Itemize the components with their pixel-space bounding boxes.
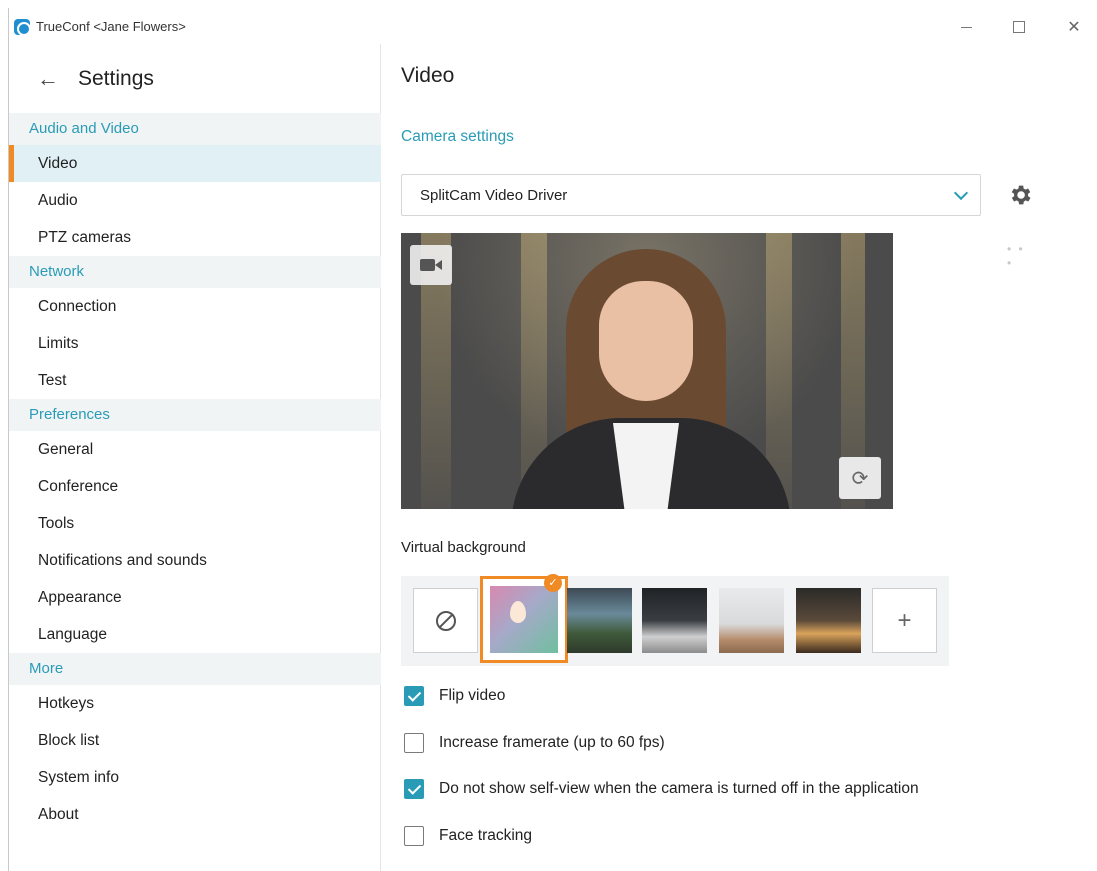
sidebar-item-language[interactable]: Language: [9, 616, 381, 653]
sidebar-item-connection[interactable]: Connection: [9, 288, 381, 325]
chevron-down-icon: [953, 185, 969, 201]
sidebar-item-hotkeys[interactable]: Hotkeys: [9, 685, 381, 722]
settings-title: Settings: [78, 67, 154, 90]
nav-group-more: More: [9, 653, 381, 685]
background-option-balcony[interactable]: [567, 588, 632, 653]
app-window: TrueConf <Jane Flowers> ✕ ← Settings Aud…: [8, 8, 1097, 871]
nav-group-network: Network: [9, 256, 381, 288]
camera-select[interactable]: SplitCam Video Driver: [401, 174, 981, 216]
sidebar-item-general[interactable]: General: [9, 431, 381, 468]
sidebar-item-limits[interactable]: Limits: [9, 325, 381, 362]
background-option-dark-room[interactable]: [642, 588, 707, 653]
close-button[interactable]: ✕: [1054, 14, 1094, 40]
page-title: Video: [401, 64, 455, 87]
sidebar-item-video[interactable]: Video: [9, 145, 381, 182]
hide-self-view-checkbox[interactable]: [404, 779, 424, 799]
no-background-icon[interactable]: [413, 588, 478, 653]
face-tracking-checkbox[interactable]: [404, 826, 424, 846]
nav-group-audio-video: Audio and Video: [9, 113, 381, 145]
camera-settings-heading: Camera settings: [401, 128, 514, 145]
sidebar-item-appearance[interactable]: Appearance: [9, 579, 381, 616]
video-settings-panel: Video Camera settings SplitCam Video Dri…: [382, 44, 1097, 871]
framerate-checkbox[interactable]: [404, 733, 424, 753]
hide-self-view-option[interactable]: Do not show self-view when the camera is…: [404, 779, 919, 799]
flip-video-option[interactable]: Flip video: [404, 686, 505, 706]
nav-group-preferences: Preferences: [9, 399, 381, 431]
more-dots-icon[interactable]: • • •: [1007, 242, 1033, 270]
virtual-background-label: Virtual background: [401, 539, 526, 556]
sidebar-item-conference[interactable]: Conference: [9, 468, 381, 505]
plus-icon[interactable]: +: [872, 588, 937, 653]
camera-preview: ⟳: [401, 233, 893, 509]
sidebar-item-audio[interactable]: Audio: [9, 182, 381, 219]
sidebar-item-block-list[interactable]: Block list: [9, 722, 381, 759]
background-option-bright-room[interactable]: [719, 588, 784, 653]
settings-nav: Audio and Video Video Audio PTZ cameras …: [9, 113, 381, 833]
gear-icon[interactable]: [1007, 182, 1033, 208]
sidebar-item-notifications[interactable]: Notifications and sounds: [9, 542, 381, 579]
arrow-left-icon[interactable]: ←: [37, 66, 61, 92]
camera-select-value: SplitCam Video Driver: [420, 186, 568, 204]
sidebar-item-system-info[interactable]: System info: [9, 759, 381, 796]
flip-video-label: Flip video: [439, 687, 506, 704]
sidebar-item-about[interactable]: About: [9, 796, 381, 833]
minimize-button[interactable]: [946, 14, 986, 40]
sidebar-item-ptz-cameras[interactable]: PTZ cameras: [9, 219, 381, 256]
settings-header: ← Settings: [37, 66, 154, 92]
window-title: TrueConf <Jane Flowers>: [36, 19, 186, 34]
framerate-label: Increase framerate (up to 60 fps): [439, 734, 665, 751]
selected-check-icon: ✓: [544, 574, 562, 592]
title-bar: TrueConf <Jane Flowers> ✕: [9, 8, 1097, 44]
maximize-button[interactable]: [999, 14, 1039, 40]
trueconf-logo-icon: [14, 19, 31, 36]
background-option-lounge[interactable]: [796, 588, 861, 653]
sidebar-item-test[interactable]: Test: [9, 362, 381, 399]
flip-video-checkbox[interactable]: [404, 686, 424, 706]
rotate-icon[interactable]: ⟳: [839, 457, 881, 499]
virtual-background-list: ✓ +: [401, 574, 949, 666]
face-tracking-option[interactable]: Face tracking: [404, 826, 532, 846]
settings-sidebar: ← Settings Audio and Video Video Audio P…: [9, 44, 381, 871]
framerate-option[interactable]: Increase framerate (up to 60 fps): [404, 733, 665, 753]
face-tracking-label: Face tracking: [439, 827, 533, 844]
hide-self-view-label: Do not show self-view when the camera is…: [439, 780, 919, 797]
sidebar-item-tools[interactable]: Tools: [9, 505, 381, 542]
video-camera-icon[interactable]: [410, 245, 452, 285]
